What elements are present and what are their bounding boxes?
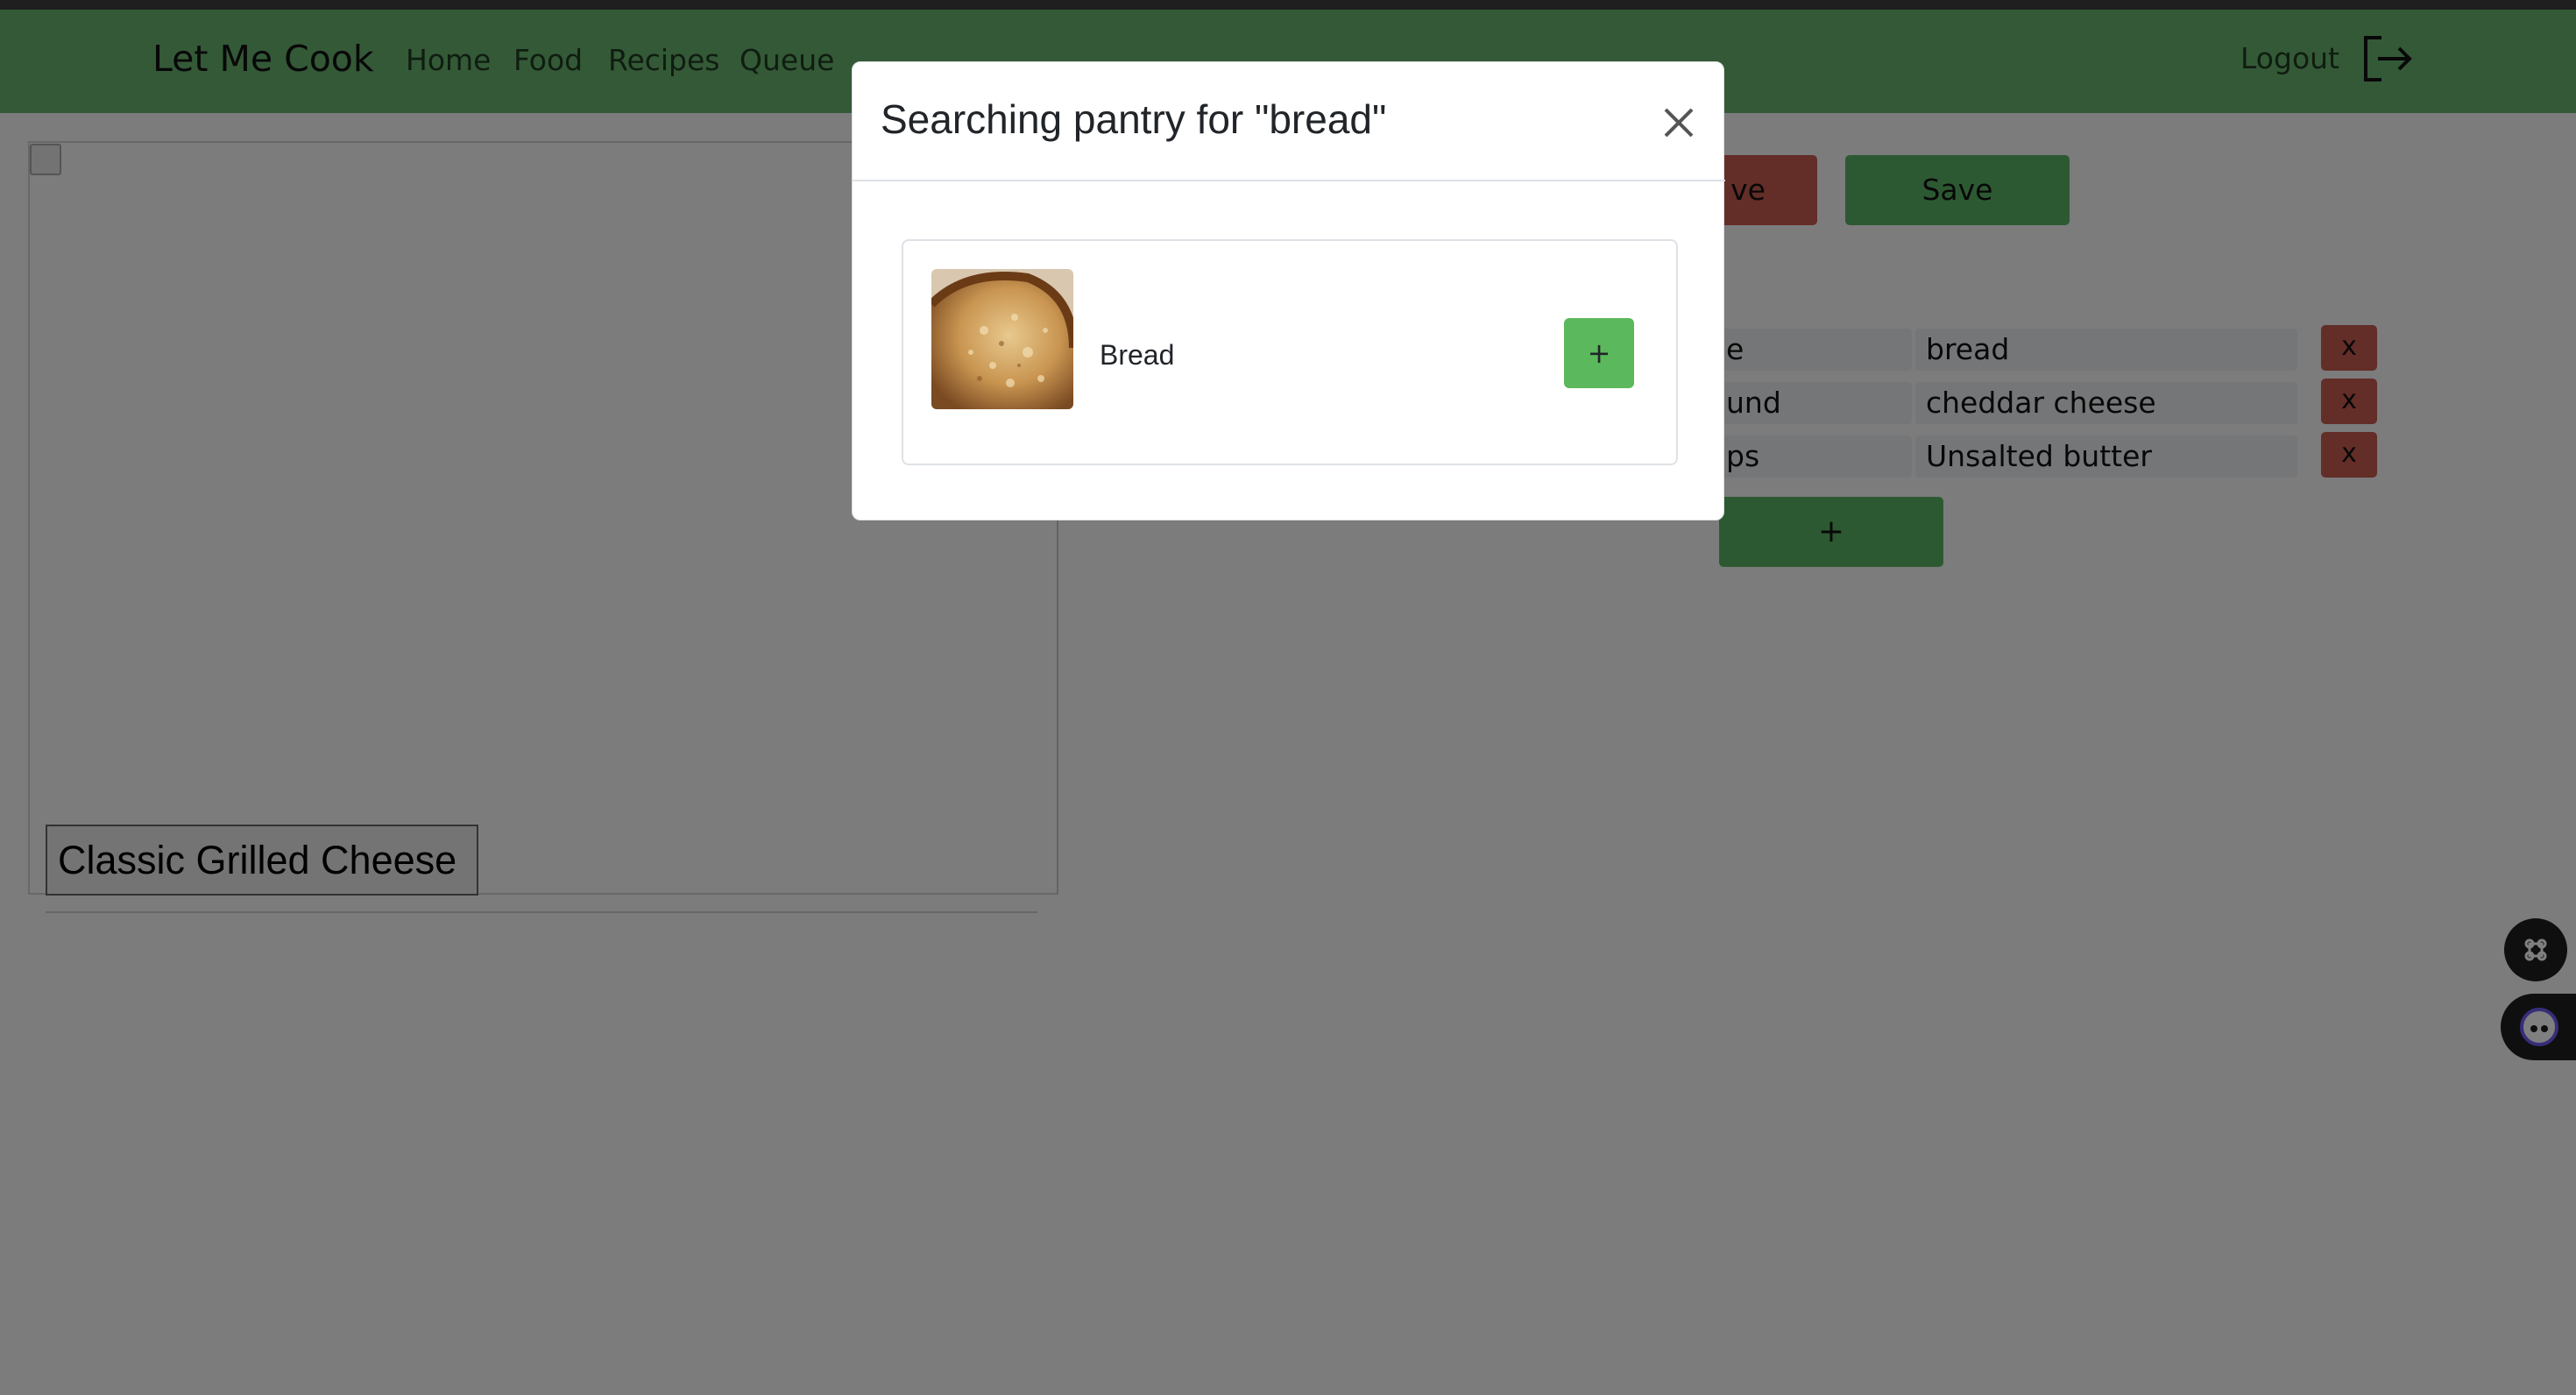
bread-photo [931,269,1073,409]
add-to-recipe-button[interactable]: + [1564,318,1634,388]
result-name: Bread [1100,339,1175,371]
close-icon[interactable] [1659,103,1699,143]
modal-header: Searching pantry for "bread" [853,62,1725,181]
pantry-search-modal: Searching pantry for "bread" Bread + [852,61,1725,520]
pantry-result-card: Bread + [902,239,1678,465]
modal-title: Searching pantry for "bread" [881,96,1387,142]
